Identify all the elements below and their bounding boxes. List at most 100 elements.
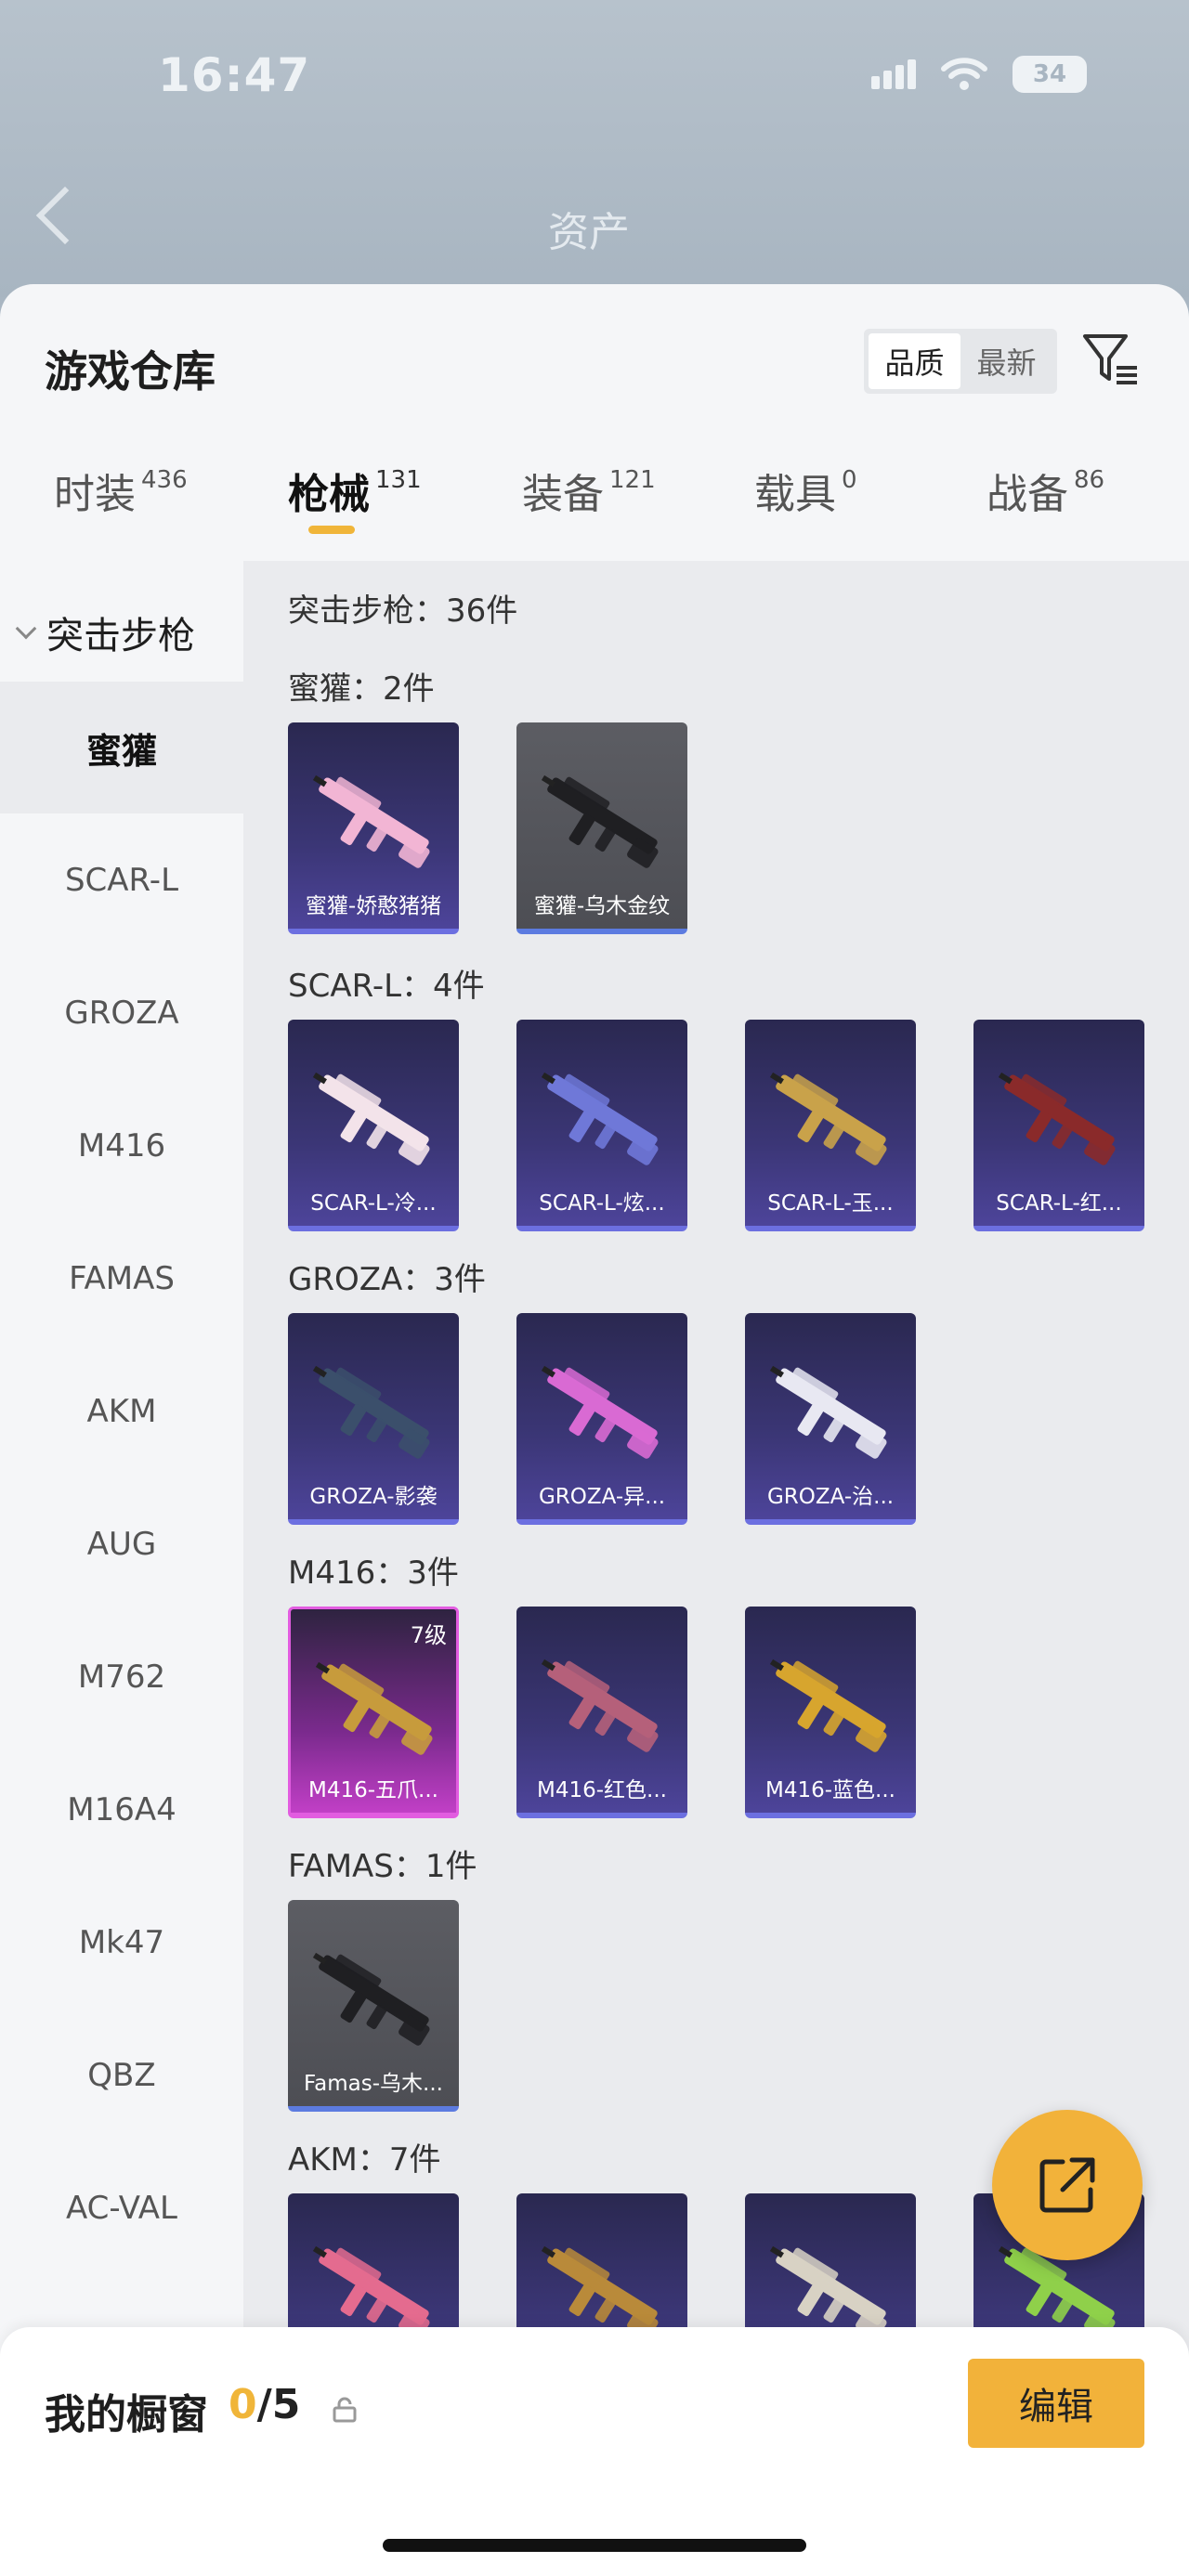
home-indicator	[383, 2539, 806, 2552]
weapon-name: M416-五爪...	[308, 1778, 438, 1802]
weapon-card[interactable]: M416-红色...	[516, 1607, 687, 1818]
sidebar-item[interactable]: M16A4	[0, 1744, 243, 1876]
showcase-total: /5	[256, 2381, 301, 2428]
gun-icon	[541, 1659, 659, 1752]
gun-icon	[769, 1365, 887, 1459]
tab-label: 装备	[522, 471, 604, 518]
gun-icon	[998, 1072, 1116, 1165]
weapon-card[interactable]: 7级 M416-五爪...	[288, 1607, 459, 1818]
tab-supplies[interactable]: 战备 86	[986, 461, 1104, 520]
sidebar-item[interactable]: AUG	[0, 1478, 243, 1610]
group-label: M416：3件	[288, 1555, 459, 1592]
share-button[interactable]	[992, 2110, 1143, 2260]
tab-vehicles[interactable]: 载具 0	[754, 461, 857, 520]
sidebar-item[interactable]: M416	[0, 1080, 243, 1212]
category-tabs: 时装 436 枪械 131 装备 121 载具 0 战备 86	[0, 461, 1189, 563]
weapon-name: GROZA-异...	[538, 1485, 666, 1509]
back-icon[interactable]	[35, 186, 95, 245]
tab-count: 131	[375, 466, 422, 494]
weapon-name: SCAR-L-炫...	[539, 1191, 665, 1216]
gun-icon	[312, 774, 430, 868]
showcase-label: 我的橱窗	[45, 2391, 208, 2439]
nav-title: 资产	[548, 209, 630, 256]
weapon-card[interactable]: M416-蓝色...	[745, 1607, 916, 1818]
showcase-count: 0/5	[229, 2381, 300, 2428]
sheet-title: 游戏仓库	[45, 346, 216, 397]
dimmed-background: 16:47 34 资产	[0, 0, 1189, 297]
external-link-icon	[1039, 2157, 1095, 2213]
gun-icon	[769, 1659, 887, 1752]
battery-level: 34	[1032, 60, 1067, 88]
weapon-card[interactable]: Famas-乌木...	[288, 1900, 459, 2112]
weapon-card[interactable]: SCAR-L-炫...	[516, 1020, 687, 1231]
weapon-name: 蜜獾-娇憨猪猪	[305, 894, 442, 918]
group-label: FAMAS：1件	[288, 1848, 477, 1885]
tab-count: 0	[842, 466, 857, 494]
weapon-grid: 突击步枪：36件 蜜獾：2件蜜獾-娇憨猪猪 蜜獾-乌木金纹 SCAR-L：4件 SCA…	[243, 561, 1189, 2576]
signal-icon	[871, 59, 916, 89]
active-tab-indicator	[308, 526, 355, 534]
tab-label: 载具	[754, 471, 836, 518]
lock-icon	[333, 2397, 357, 2423]
tab-equipment[interactable]: 装备 121	[522, 461, 656, 520]
tab-count: 121	[609, 466, 656, 494]
group-label: GROZA：3件	[288, 1261, 486, 1298]
weapon-card[interactable]: SCAR-L-冷...	[288, 1020, 459, 1231]
tab-label: 战备	[986, 471, 1068, 518]
edit-button[interactable]: 编辑	[968, 2359, 1144, 2448]
weapon-type-sidebar: 突击步枪 蜜獾 SCAR-L GROZA M416 FAMAS AKM AUG M762 M16…	[0, 561, 243, 2576]
wifi-icon	[941, 58, 987, 90]
status-time: 16:47	[158, 48, 311, 102]
sidebar-item[interactable]: SCAR-L	[0, 814, 243, 946]
gun-icon	[315, 1661, 433, 1755]
gun-icon	[541, 1072, 659, 1165]
group-label: AKM：7件	[288, 2141, 441, 2179]
sidebar-category-label: 突击步枪	[46, 615, 195, 657]
weapon-card[interactable]: GROZA-影袭	[288, 1313, 459, 1525]
gun-icon	[312, 1952, 430, 2046]
weapon-name: SCAR-L-红...	[996, 1191, 1122, 1216]
chevron-down-icon	[15, 618, 37, 640]
weapon-card[interactable]: GROZA-异...	[516, 1313, 687, 1525]
sidebar-item[interactable]: FAMAS	[0, 1213, 243, 1345]
group-label: 蜜獾：2件	[288, 670, 435, 708]
sidebar-item[interactable]: M762	[0, 1611, 243, 1743]
group-label: SCAR-L：4件	[288, 968, 485, 1005]
showcase-current: 0	[229, 2381, 257, 2428]
tab-guns[interactable]: 枪械 131	[288, 461, 422, 520]
weapon-card[interactable]: SCAR-L-红...	[973, 1020, 1144, 1231]
tab-count: 86	[1074, 466, 1105, 494]
sort-toggle: 品质 最新	[864, 329, 1057, 394]
gun-icon	[541, 1365, 659, 1459]
filter-icon[interactable]	[1081, 331, 1141, 390]
level-badge: 7级	[410, 1622, 447, 1648]
sidebar-item[interactable]: QBZ	[0, 2010, 243, 2141]
sidebar-category-header[interactable]: 突击步枪	[15, 605, 195, 659]
sidebar-item[interactable]: AKM	[0, 1346, 243, 1477]
sidebar-item[interactable]: Mk47	[0, 1877, 243, 2009]
weapon-card[interactable]: SCAR-L-玉...	[745, 1020, 916, 1231]
sort-newest-button[interactable]: 最新	[960, 333, 1052, 389]
gun-icon	[312, 1365, 430, 1459]
weapon-name: M416-红色...	[537, 1778, 667, 1802]
sidebar-item[interactable]: 蜜獾	[0, 682, 243, 813]
weapon-card[interactable]: 蜜獾-娇憨猪猪	[288, 722, 459, 934]
weapon-name: M416-蓝色...	[765, 1778, 895, 1802]
weapon-card[interactable]: 蜜獾-乌木金纹	[516, 722, 687, 934]
weapon-name: Famas-乌木...	[304, 2072, 443, 2096]
sidebar-item[interactable]: AC-VAL	[0, 2142, 243, 2274]
tab-count: 436	[141, 466, 188, 494]
gun-icon	[312, 1072, 430, 1165]
sort-quality-button[interactable]: 品质	[869, 333, 960, 389]
category-summary: 突击步枪：36件	[288, 592, 518, 630]
status-icons: 34	[871, 56, 1087, 93]
weapon-name: SCAR-L-玉...	[767, 1191, 894, 1216]
weapon-name: GROZA-影袭	[309, 1485, 438, 1509]
tab-label: 时装	[54, 471, 136, 518]
gun-icon	[541, 774, 659, 868]
weapon-name: GROZA-治...	[766, 1485, 895, 1509]
weapon-card[interactable]: GROZA-治...	[745, 1313, 916, 1525]
sidebar-item[interactable]: GROZA	[0, 947, 243, 1079]
gun-icon	[769, 1072, 887, 1165]
tab-fashion[interactable]: 时装 436	[54, 461, 188, 520]
